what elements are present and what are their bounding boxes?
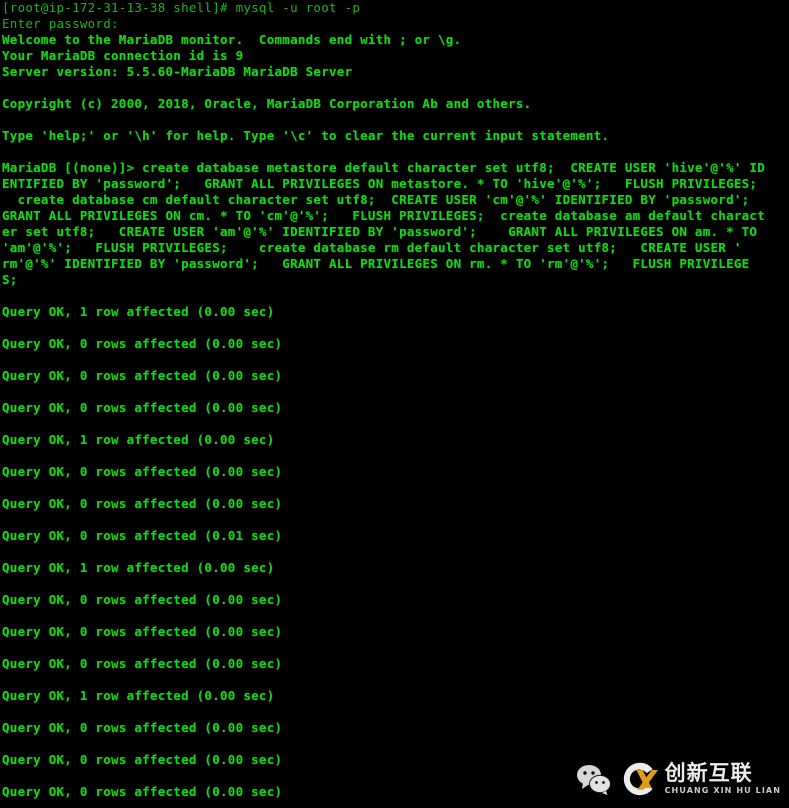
terminal-line: [root@ip-172-31-13-38 shell]# mysql -u r… [2,0,361,15]
terminal-line: ENTIFIED BY 'password'; GRANT ALL PRIVIL… [2,176,758,191]
terminal-line: Query OK, 1 row affected (0.00 sec) [2,304,275,319]
terminal-line: create database cm default character set… [2,192,750,207]
terminal-line: Query OK, 1 row affected (0.00 sec) [2,560,275,575]
terminal-line: S; [2,272,18,287]
terminal-line: Query OK, 0 rows affected (0.00 sec) [2,400,283,415]
terminal-line: Server version: 5.5.60-MariaDB MariaDB S… [2,64,353,79]
terminal-line: Query OK, 0 rows affected (0.01 sec) [2,528,283,543]
terminal-line: Query OK, 0 rows affected (0.00 sec) [2,336,283,351]
terminal-line: Query OK, 1 row affected (0.00 sec) [2,432,275,447]
terminal-line: GRANT ALL PRIVILEGES ON cm. * TO 'cm'@'%… [2,208,765,223]
terminal-line: Your MariaDB connection id is 9 [2,48,244,63]
terminal-line: Query OK, 0 rows affected (0.00 sec) [2,496,283,511]
terminal-line: MariaDB [(none)]> create database metast… [2,160,765,175]
terminal-line: Query OK, 0 rows affected (0.00 sec) [2,784,283,799]
terminal-line: 'am'@'%'; FLUSH PRIVILEGES; create datab… [2,240,742,255]
terminal-line: Query OK, 0 rows affected (0.00 sec) [2,752,283,767]
terminal-window[interactable]: [root@ip-172-31-13-38 shell]# mysql -u r… [0,0,789,808]
terminal-line: Type 'help;' or '\h' for help. Type '\c'… [2,128,610,143]
terminal-output: [root@ip-172-31-13-38 shell]# mysql -u r… [0,0,789,800]
terminal-line: er set utf8; CREATE USER 'am'@'%' IDENTI… [2,224,758,239]
terminal-line: Query OK, 0 rows affected (0.00 sec) [2,720,283,735]
terminal-line: Query OK, 0 rows affected (0.00 sec) [2,368,283,383]
terminal-line: Query OK, 0 rows affected (0.00 sec) [2,656,283,671]
terminal-line: Query OK, 1 row affected (0.00 sec) [2,688,275,703]
terminal-line: Welcome to the MariaDB monitor. Commands… [2,32,462,47]
terminal-line: Enter password: [2,16,119,31]
terminal-line: rm'@'%' IDENTIFIED BY 'password'; GRANT … [2,256,750,271]
terminal-line: Copyright (c) 2000, 2018, Oracle, MariaD… [2,96,532,111]
terminal-line: Query OK, 0 rows affected (0.00 sec) [2,464,283,479]
terminal-line: Query OK, 0 rows affected (0.00 sec) [2,624,283,639]
terminal-line: Query OK, 0 rows affected (0.00 sec) [2,592,283,607]
